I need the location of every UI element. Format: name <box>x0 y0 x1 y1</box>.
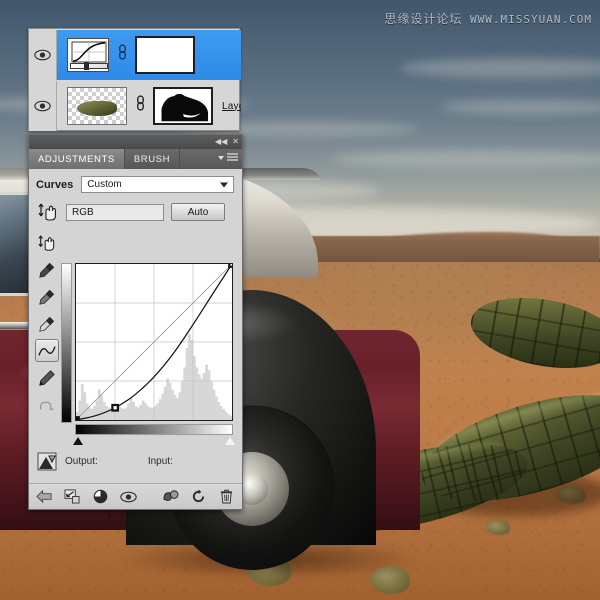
delete-adjustment-layer-icon[interactable] <box>218 488 235 505</box>
curves-icon <box>71 41 107 63</box>
clip-to-layer-icon[interactable] <box>64 488 81 505</box>
thumbnail-slider <box>70 63 108 69</box>
site-watermark: 思缘设计论坛 WWW.MISSYUAN.COM <box>384 10 592 27</box>
auto-button-label: Auto <box>187 206 209 218</box>
channel-dropdown[interactable]: RGB <box>66 203 164 221</box>
collapse-icon[interactable]: ◀◀ <box>215 138 227 146</box>
link-icon[interactable] <box>116 44 128 66</box>
link-icon[interactable] <box>134 95 146 117</box>
layers-panel[interactable]: Laye... <box>28 28 241 131</box>
output-input-row: Output: Input: <box>37 451 234 471</box>
view-previous-state-icon[interactable] <box>162 488 179 505</box>
pencil-icon <box>39 369 55 386</box>
crocodile-thumbnail-shape <box>77 101 117 116</box>
smooth-curve-tool[interactable] <box>35 393 59 416</box>
eye-icon <box>120 491 137 502</box>
input-label: Input: <box>147 455 173 467</box>
layer-row[interactable] <box>29 30 241 80</box>
layer-mask-thumbnail[interactable] <box>153 87 213 125</box>
output-label: Output: <box>65 455 98 467</box>
curves-title: Curves <box>36 178 74 191</box>
trash-icon <box>220 489 233 504</box>
auto-button[interactable]: Auto <box>171 203 225 221</box>
tab-adjustments[interactable]: ADJUSTMENTS <box>29 149 125 169</box>
eyedropper-icon <box>39 289 55 305</box>
black-input-slider[interactable] <box>73 437 83 445</box>
adjustments-body: Curves Custom RGB Auto Output: Input: <box>29 169 242 509</box>
black-point-eyedropper-tool[interactable] <box>35 258 59 281</box>
curves-adjustment-thumbnail[interactable] <box>67 38 109 72</box>
panel-menu-icon[interactable] <box>217 153 238 162</box>
chain-link-icon <box>136 95 144 111</box>
tab-adjustments-label: ADJUSTMENTS <box>38 153 115 165</box>
tab-brush-label: BRUSH <box>133 153 171 165</box>
chevron-down-icon <box>218 155 224 160</box>
output-gradient-bar <box>61 263 72 423</box>
channel-value: RGB <box>72 206 94 218</box>
clip-mask-icon <box>64 489 80 504</box>
toggle-layer-visibility-icon[interactable] <box>92 488 109 505</box>
eye-icon <box>34 49 51 61</box>
warning-triangle-icon <box>37 452 57 470</box>
preview-eye-icon[interactable] <box>120 488 137 505</box>
curve-point-tool[interactable] <box>35 339 59 362</box>
preset-dropdown[interactable]: Custom <box>81 176 234 193</box>
clipping-warning-icon[interactable] <box>37 452 57 471</box>
reset-circular-arrow-icon <box>192 489 205 503</box>
preset-value: Custom <box>87 179 122 190</box>
eyedropper-icon <box>39 262 55 278</box>
panel-footer-toolbar[interactable] <box>29 483 242 509</box>
layer-name-label: Laye... <box>222 100 241 112</box>
on-image-adjust-tool[interactable] <box>35 231 59 254</box>
curves-preset-row: Curves Custom <box>29 169 242 193</box>
hand-adjust-icon <box>38 235 55 251</box>
panel-titlebar[interactable]: ◀◀ ✕ <box>29 135 242 149</box>
curve-plot[interactable] <box>76 264 232 420</box>
chain-link-icon <box>118 44 126 60</box>
close-icon[interactable]: ✕ <box>232 138 239 146</box>
crocodile-layer-thumbnail[interactable] <box>67 87 127 125</box>
pencil-draw-curve-tool[interactable] <box>35 366 59 389</box>
channel-row: RGB Auto <box>29 193 242 222</box>
thumbnail-slider-knob <box>84 62 89 70</box>
photoshop-canvas: 思缘设计论坛 WWW.MISSYUAN.COM Lay ◀◀ ✕ ADJUSTM… <box>0 0 600 600</box>
reset-adjustment-icon[interactable] <box>190 488 207 505</box>
hand-with-arrows-icon <box>38 203 56 221</box>
half-filled-circle-icon <box>93 489 108 504</box>
chevron-down-icon <box>220 182 228 187</box>
layer-visibility-toggle[interactable] <box>29 30 57 80</box>
desert-bush <box>486 520 510 535</box>
curves-graph[interactable] <box>61 263 233 445</box>
watermark-chinese-text: 思缘设计论坛 <box>384 12 463 26</box>
layer-mask-thumbnail[interactable] <box>135 36 195 74</box>
gray-point-eyedropper-tool[interactable] <box>35 285 59 308</box>
return-to-adjustment-list-icon[interactable] <box>36 488 53 505</box>
eye-icon <box>34 100 51 112</box>
curve-icon <box>38 345 56 356</box>
adjustments-panel[interactable]: ◀◀ ✕ ADJUSTMENTS BRUSH Curves Custom RGB… <box>28 134 243 510</box>
mask-shapes-icon <box>163 490 179 501</box>
curves-tool-column[interactable] <box>33 231 61 416</box>
panel-tabs[interactable]: ADJUSTMENTS BRUSH <box>29 149 242 169</box>
curve-grid-area[interactable] <box>75 263 233 421</box>
hamburger-menu-icon <box>227 153 238 161</box>
smooth-curve-icon <box>39 401 54 410</box>
watermark-url-text: WWW.MISSYUAN.COM <box>470 13 592 26</box>
eyedropper-icon <box>39 316 55 332</box>
on-image-adjust-icon[interactable] <box>37 202 59 222</box>
mask-shape-icon <box>156 89 210 123</box>
back-arrow-icon <box>36 489 52 504</box>
tab-brush[interactable]: BRUSH <box>125 149 181 169</box>
layer-visibility-toggle[interactable] <box>29 81 57 131</box>
layer-row[interactable]: Laye... <box>29 81 241 131</box>
white-point-eyedropper-tool[interactable] <box>35 312 59 335</box>
input-gradient-bar <box>75 424 233 435</box>
white-input-slider[interactable] <box>225 437 235 445</box>
